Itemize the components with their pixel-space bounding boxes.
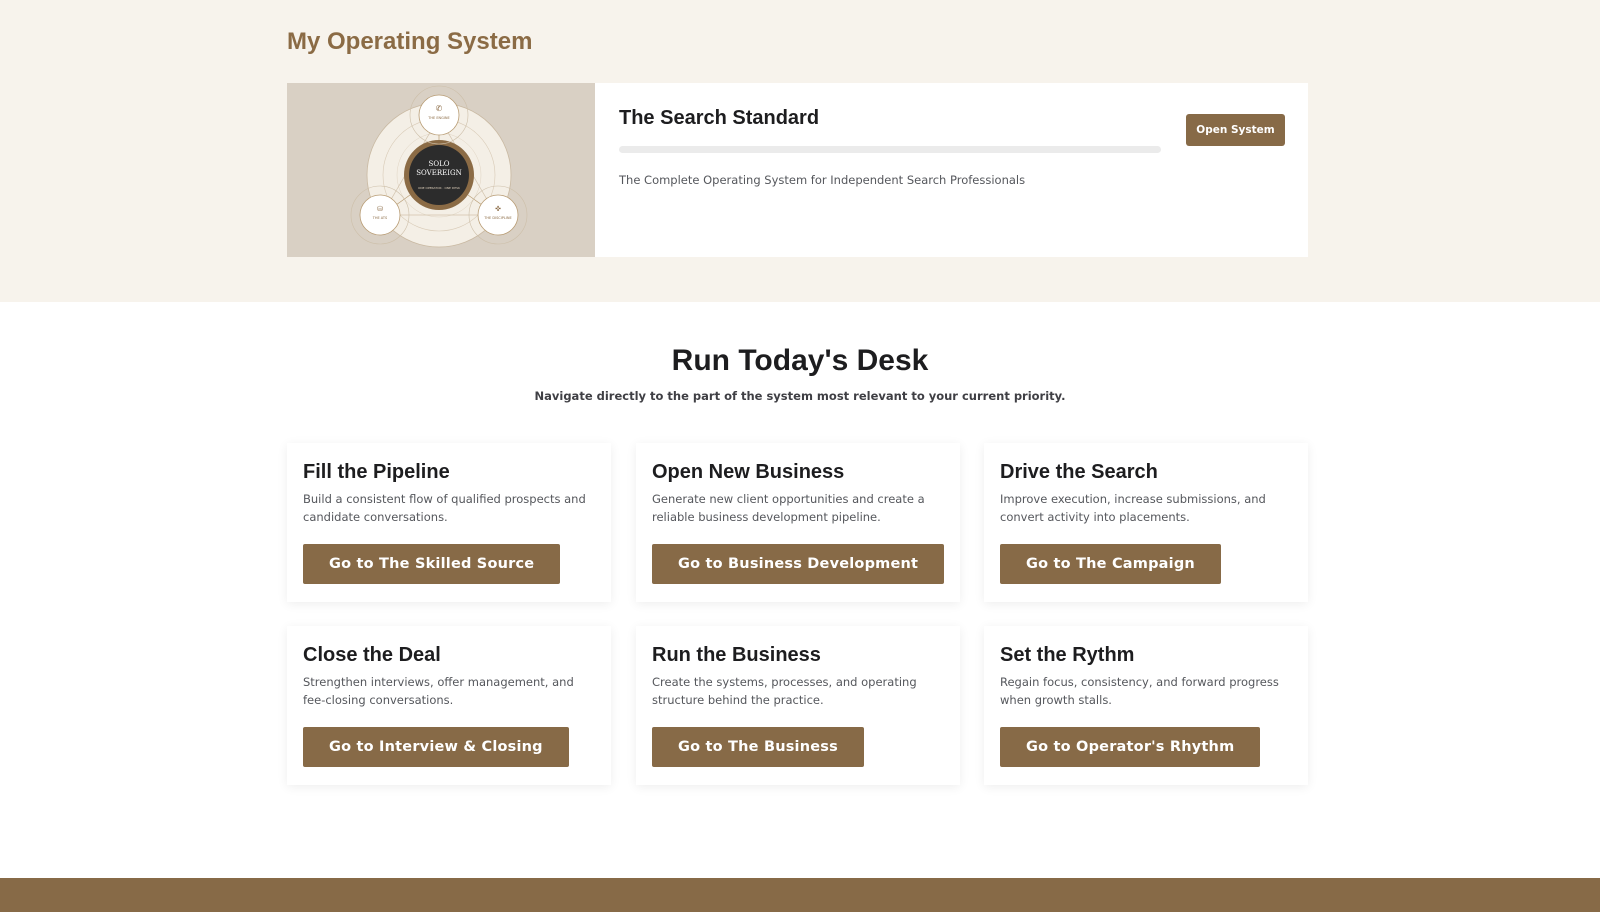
card-title: Drive the Search [1000, 461, 1158, 483]
desk-card-run-the-business: Run the Business Create the systems, pro… [636, 626, 960, 785]
diagram-center-sub: ONE OPERATOR · ONE DESK [418, 186, 461, 190]
go-to-interview-closing-button[interactable]: Go to Interview & Closing [303, 727, 569, 767]
system-progress-bar [619, 146, 1161, 153]
desk-title: Run Today's Desk [671, 344, 929, 377]
section-title: My Operating System [287, 28, 533, 55]
diagram-center-line1: SOLO [429, 160, 450, 168]
card-title: Open New Business [652, 461, 845, 483]
desk-card-open-new-business: Open New Business Generate new client op… [636, 443, 960, 602]
go-to-business-development-button[interactable]: Go to Business Development [652, 544, 945, 584]
database-icon: ⛁ [377, 205, 383, 213]
desk-card-fill-the-pipeline: Fill the Pipeline Build a consistent flo… [287, 443, 611, 602]
open-system-button[interactable]: Open System [1186, 114, 1285, 146]
phone-icon: ✆ [436, 104, 443, 113]
diagram-left-node [359, 194, 401, 236]
card-title: Set the Rythm [1000, 644, 1135, 666]
card-description: Generate new client opportunities and cr… [652, 492, 925, 524]
diagram-right-label: THE DISCIPLINE [483, 216, 511, 220]
system-name[interactable]: The Search Standard [619, 107, 819, 130]
my-operating-system-section: My Operating System SOLO SOVEREIGN ONE O… [0, 0, 1600, 302]
system-description: The Complete Operating System for Indepe… [619, 173, 1026, 187]
footer-band [0, 878, 1600, 912]
desk-card-drive-the-search: Drive the Search Improve execution, incr… [984, 443, 1308, 602]
desk-subtitle: Navigate directly to the part of the sys… [534, 389, 1066, 403]
compass-icon: ✜ [495, 205, 501, 213]
diagram-top-label: THE ENGINE [427, 116, 450, 120]
desk-card-close-the-deal: Close the Deal Strengthen interviews, of… [287, 626, 611, 785]
card-description: Improve execution, increase submissions,… [1000, 492, 1266, 524]
system-card: SOLO SOVEREIGN ONE OPERATOR · ONE DESK ✆… [287, 83, 1308, 257]
solo-sovereign-diagram: SOLO SOVEREIGN ONE OPERATOR · ONE DESK ✆… [350, 85, 528, 248]
go-to-operators-rhythm-button[interactable]: Go to Operator's Rhythm [1000, 727, 1261, 767]
go-to-the-business-button[interactable]: Go to The Business [652, 727, 864, 767]
card-description: Build a consistent flow of qualified pro… [303, 492, 586, 524]
diagram-right-node [477, 194, 519, 236]
diagram-top-node [418, 94, 460, 136]
system-thumbnail[interactable]: SOLO SOVEREIGN ONE OPERATOR · ONE DESK ✆… [287, 83, 595, 257]
card-title: Run the Business [652, 644, 821, 666]
go-to-skilled-source-button[interactable]: Go to The Skilled Source [303, 544, 561, 584]
desk-card-set-the-rythm: Set the Rythm Regain focus, consistency,… [984, 626, 1308, 785]
card-title: Close the Deal [303, 644, 441, 666]
diagram-center-line2: SOVEREIGN [416, 169, 461, 177]
card-description: Strengthen interviews, offer management,… [303, 675, 574, 707]
card-title: Fill the Pipeline [303, 461, 450, 483]
go-to-campaign-button[interactable]: Go to The Campaign [1000, 544, 1221, 584]
diagram-left-label: THE ATS [372, 216, 388, 220]
card-description: Create the systems, processes, and opera… [652, 675, 917, 707]
card-description: Regain focus, consistency, and forward p… [1000, 675, 1279, 707]
